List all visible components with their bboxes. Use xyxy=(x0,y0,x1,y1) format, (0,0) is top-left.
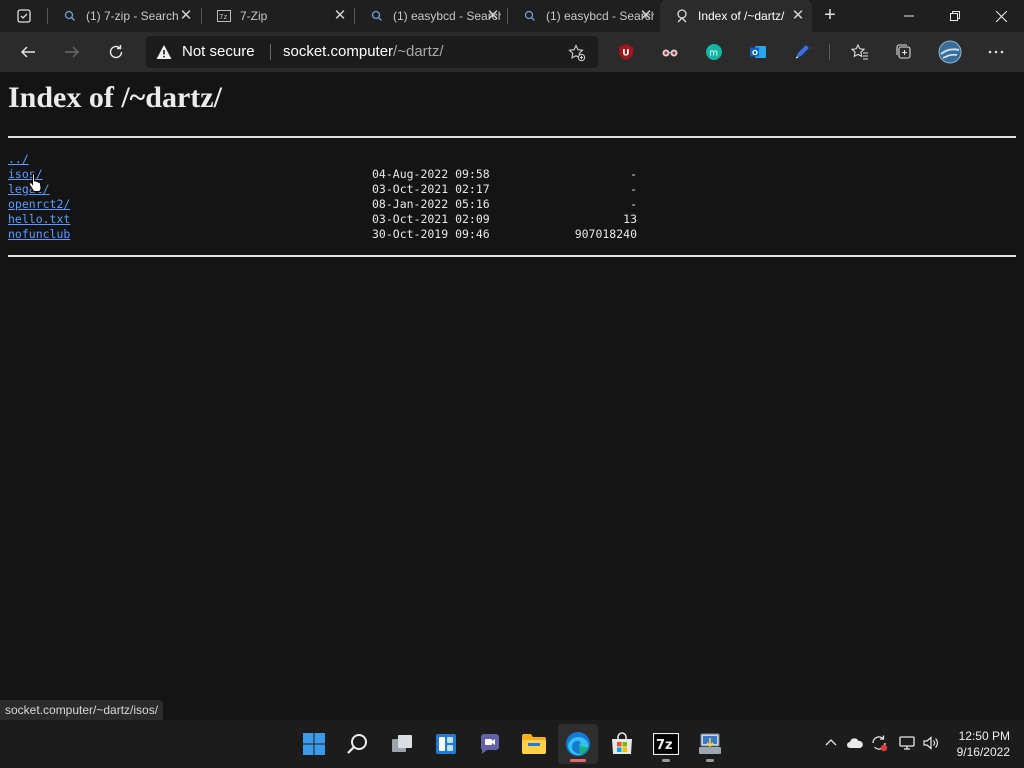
file-explorer-icon[interactable] xyxy=(514,724,554,764)
entry-size: - xyxy=(630,182,637,196)
entry-link-nofunclub[interactable]: nofunclub xyxy=(8,227,70,242)
page-icon xyxy=(674,8,690,24)
tab-easybcd-search-1[interactable]: (1) easybcd - Search ✕ xyxy=(355,0,507,32)
entry-size: - xyxy=(630,197,637,211)
sync-icon[interactable] xyxy=(868,732,890,754)
entry-size: - xyxy=(630,167,637,181)
parent-directory-link[interactable]: ../ xyxy=(8,152,29,167)
entry-date: 30-Oct-2019 09:46 xyxy=(372,227,490,241)
task-view-icon[interactable] xyxy=(382,724,422,764)
close-icon[interactable]: ✕ xyxy=(332,8,348,24)
clock-time: 12:50 PM xyxy=(958,729,1010,743)
7zip-icon: 7z xyxy=(216,8,232,24)
entry-date: 08-Jan-2022 05:16 xyxy=(372,197,490,211)
close-window-icon[interactable] xyxy=(978,0,1024,32)
running-indicator xyxy=(662,759,670,762)
system-clock[interactable]: 12:50 PM 9/16/2022 xyxy=(957,728,1010,760)
divider xyxy=(270,44,271,60)
glasses-extension-icon[interactable] xyxy=(658,40,682,64)
profile-avatar[interactable] xyxy=(936,38,964,66)
url-host: socket.computer xyxy=(283,43,394,60)
edge-icon[interactable] xyxy=(558,724,598,764)
hand-cursor-icon xyxy=(28,172,44,192)
search-icon[interactable] xyxy=(338,724,378,764)
chevron-up-icon[interactable] xyxy=(820,732,842,754)
status-url-bubble: socket.computer/~dartz/isos/ xyxy=(0,700,164,720)
entry-size: 13 xyxy=(623,212,637,226)
entry-date: 03-Oct-2021 02:17 xyxy=(372,182,490,196)
refresh-icon[interactable] xyxy=(100,36,132,68)
onedrive-icon[interactable] xyxy=(844,732,866,754)
ublock-icon[interactable]: U xyxy=(614,40,638,64)
close-icon[interactable]: ✕ xyxy=(178,8,194,24)
browser-toolbar: Not secure socket.computer/~dartz/ U m O xyxy=(0,32,1024,72)
warning-icon[interactable] xyxy=(156,44,172,60)
tab-easybcd-search-2[interactable]: (1) easybcd - Search ✕ xyxy=(508,0,660,32)
page-title: Index of /~dartz/ xyxy=(8,81,222,114)
favorites-icon[interactable] xyxy=(848,40,872,64)
outlook-icon[interactable]: O xyxy=(746,40,770,64)
entry-size: 907018240 xyxy=(574,227,637,241)
more-menu-icon[interactable] xyxy=(984,40,1008,64)
svg-text:7z: 7z xyxy=(656,738,673,753)
divider xyxy=(8,136,1016,138)
minimize-icon[interactable] xyxy=(886,0,932,32)
microsoft-store-icon[interactable] xyxy=(602,724,642,764)
7zip-app-icon[interactable]: 7z xyxy=(646,724,686,764)
svg-text:7z: 7z xyxy=(219,13,227,21)
svg-text:m: m xyxy=(709,49,718,59)
page-content: Index of /~dartz/ ../ isos/ 04-Aug-2022 … xyxy=(0,72,1024,720)
svg-text:U: U xyxy=(622,49,629,59)
installer-icon[interactable] xyxy=(690,724,730,764)
entry-date: 04-Aug-2022 09:58 xyxy=(372,167,490,181)
taskbar: 7z 12:50 PM 9/16/2022 xyxy=(0,720,1024,768)
search-icon xyxy=(62,8,78,24)
divider xyxy=(829,44,830,60)
url-path: /~dartz/ xyxy=(393,43,444,60)
tab-strip: (1) 7-zip - Search ✕ 7z 7-Zip ✕ (1) easy… xyxy=(0,0,1024,32)
back-icon[interactable] xyxy=(12,36,44,68)
search-icon xyxy=(369,8,385,24)
close-icon[interactable]: ✕ xyxy=(485,8,501,24)
url-text[interactable]: socket.computer/~dartz/ xyxy=(283,43,444,60)
running-indicator xyxy=(706,759,714,762)
teams-chat-icon[interactable] xyxy=(470,724,510,764)
forward-icon[interactable] xyxy=(56,36,88,68)
add-favorite-icon[interactable] xyxy=(568,44,586,62)
network-icon[interactable] xyxy=(896,732,918,754)
start-icon[interactable] xyxy=(294,724,334,764)
browser-window: (1) 7-zip - Search ✕ 7z 7-Zip ✕ (1) easy… xyxy=(0,0,1024,720)
m-extension-icon[interactable]: m xyxy=(702,40,726,64)
divider xyxy=(8,255,1016,257)
svg-text:O: O xyxy=(752,49,758,57)
close-icon[interactable]: ✕ xyxy=(790,8,806,24)
entry-link-openrct2[interactable]: openrct2/ xyxy=(8,197,70,212)
volume-icon[interactable] xyxy=(920,732,942,754)
pen-extension-icon[interactable] xyxy=(790,40,814,64)
collections-icon[interactable] xyxy=(892,40,916,64)
tab-actions-icon[interactable] xyxy=(8,6,40,26)
close-icon[interactable]: ✕ xyxy=(638,8,654,24)
entry-link-hello-txt[interactable]: hello.txt xyxy=(8,212,70,227)
address-bar[interactable]: Not secure socket.computer/~dartz/ xyxy=(146,36,598,68)
tab-index-dartz[interactable]: Index of /~dartz/ ✕ xyxy=(660,0,812,32)
new-tab-icon[interactable]: + xyxy=(818,4,842,28)
widgets-icon[interactable] xyxy=(426,724,466,764)
entry-date: 03-Oct-2021 02:09 xyxy=(372,212,490,226)
security-label[interactable]: Not secure xyxy=(182,43,255,60)
tab-7zip-search[interactable]: (1) 7-zip - Search ✕ xyxy=(48,0,200,32)
active-indicator xyxy=(570,759,586,762)
restore-icon[interactable] xyxy=(932,0,978,32)
clock-date: 9/16/2022 xyxy=(956,745,1010,759)
tab-7zip[interactable]: 7z 7-Zip ✕ xyxy=(202,0,354,32)
search-icon xyxy=(522,8,538,24)
